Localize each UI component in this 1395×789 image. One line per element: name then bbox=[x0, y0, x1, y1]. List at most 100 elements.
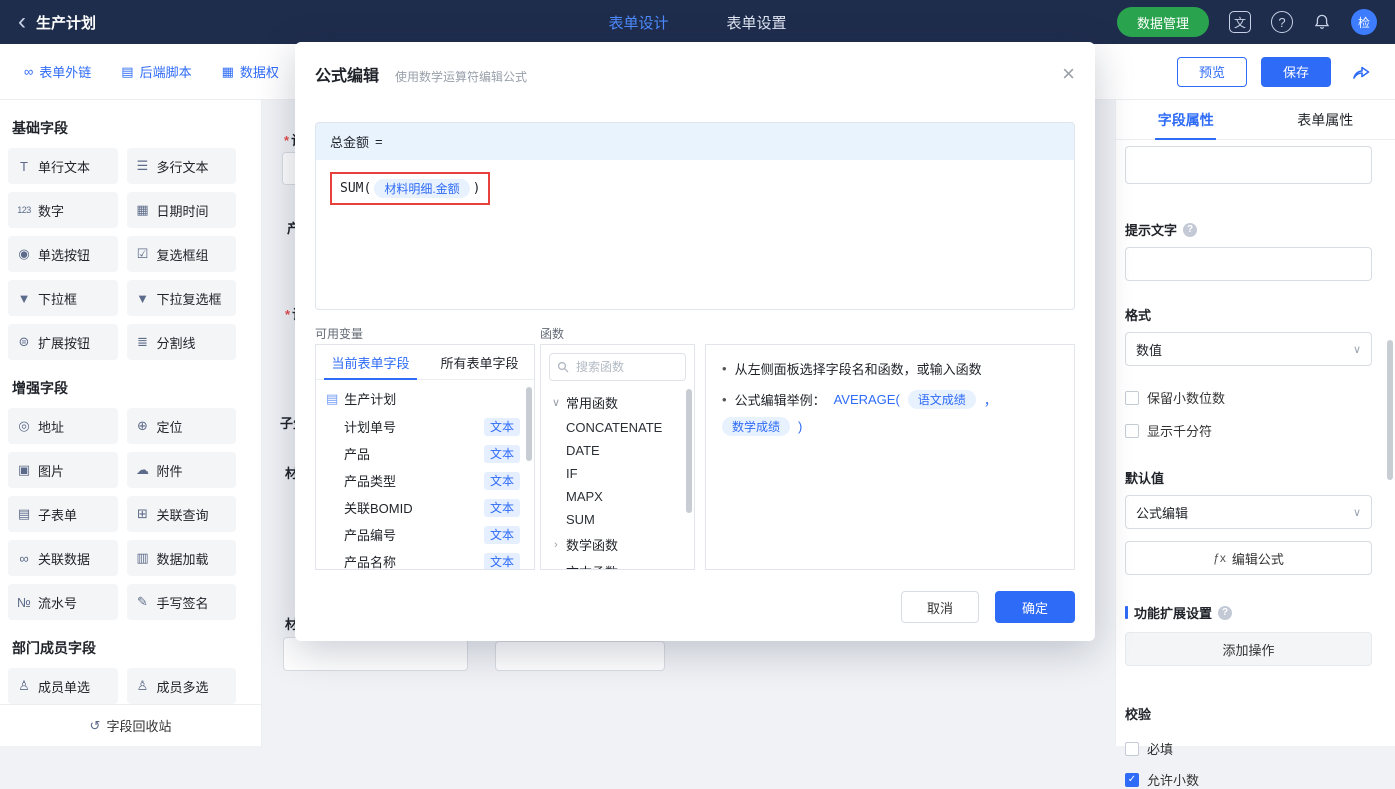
function-item[interactable]: CONCATENATE bbox=[541, 416, 694, 439]
format-select[interactable]: 数值 ∨ bbox=[1125, 332, 1372, 366]
var-field-row[interactable]: 产品文本 bbox=[316, 440, 534, 467]
top-navbar: ‹ 生产计划 表单设计 表单设置 数据管理 文 ? 检 bbox=[0, 0, 1395, 44]
field-button-relation-data[interactable]: ∞关联数据 bbox=[8, 540, 118, 576]
field-button-multi-text[interactable]: ☰多行文本 bbox=[127, 148, 237, 184]
function-item[interactable]: DATE bbox=[541, 439, 694, 462]
field-button-member-multi[interactable]: ♙成员多选 bbox=[127, 668, 237, 704]
question-icon[interactable]: ? bbox=[1183, 223, 1197, 237]
field-button-data-load[interactable]: ▥数据加载 bbox=[127, 540, 237, 576]
question-icon[interactable]: ? bbox=[1218, 606, 1232, 620]
field-recycle-bin[interactable]: ↺ 字段回收站 bbox=[0, 704, 261, 746]
tab-form-properties[interactable]: 表单属性 bbox=[1256, 100, 1395, 139]
canvas-input-box[interactable] bbox=[283, 637, 468, 671]
field-button-dropdown-checkbox[interactable]: ▼下拉复选框 bbox=[127, 280, 237, 316]
close-icon[interactable]: × bbox=[1062, 65, 1075, 83]
field-button-subform[interactable]: ▤子表单 bbox=[8, 496, 118, 532]
field-button-checkbox-group[interactable]: ☑复选框组 bbox=[127, 236, 237, 272]
example-close-paren: ) bbox=[798, 419, 802, 434]
checkbox-icon bbox=[1125, 424, 1139, 438]
var-field-row[interactable]: 产品名称文本 bbox=[316, 548, 534, 570]
cancel-button[interactable]: 取消 bbox=[901, 591, 979, 623]
field-chip[interactable]: 材料明细.金额 bbox=[374, 179, 469, 198]
search-functions-input[interactable] bbox=[549, 353, 686, 381]
image-icon: ▣ bbox=[16, 462, 32, 478]
field-button-extend[interactable]: ⊜扩展按钮 bbox=[8, 324, 118, 360]
share-icon[interactable] bbox=[1351, 63, 1371, 81]
tab-all-form-fields[interactable]: 所有表单字段 bbox=[425, 345, 534, 379]
type-tag: 文本 bbox=[484, 499, 520, 517]
field-button-address[interactable]: ◎地址 bbox=[8, 408, 118, 444]
canvas-input-box[interactable] bbox=[495, 641, 665, 671]
tab-form-design[interactable]: 表单设计 bbox=[608, 12, 668, 33]
help-icon[interactable]: ? bbox=[1271, 11, 1293, 33]
field-button-dropdown[interactable]: ▼下拉框 bbox=[8, 280, 118, 316]
preview-button[interactable]: 预览 bbox=[1177, 57, 1247, 87]
field-button-image[interactable]: ▣图片 bbox=[8, 452, 118, 488]
var-field-row[interactable]: 产品类型文本 bbox=[316, 467, 534, 494]
field-description-input[interactable] bbox=[1125, 146, 1372, 184]
panel-scrollbar[interactable] bbox=[1387, 340, 1393, 480]
annotation-highlight: SUM( 材料明细.金额 ) bbox=[330, 172, 490, 205]
var-field-row[interactable]: 计划单号文本 bbox=[316, 413, 534, 440]
field-name: 计划单号 bbox=[344, 417, 396, 436]
field-button-radio-group[interactable]: ◉单选按钮 bbox=[8, 236, 118, 272]
tab-current-form-fields[interactable]: 当前表单字段 bbox=[316, 345, 425, 379]
functions-scrollbar[interactable] bbox=[686, 389, 692, 513]
document-icon: ▤ bbox=[326, 391, 338, 407]
function-item[interactable]: MAPX bbox=[541, 485, 694, 508]
field-button-single-text[interactable]: T单行文本 bbox=[8, 148, 118, 184]
thousand-separator-checkbox[interactable]: 显示千分符 bbox=[1125, 421, 1372, 440]
required-checkbox[interactable]: 必填 bbox=[1125, 739, 1372, 758]
field-button-location[interactable]: ⊕定位 bbox=[127, 408, 237, 444]
field-button-member-single[interactable]: ♙成员单选 bbox=[8, 668, 118, 704]
function-group-text[interactable]: › 文本函数 bbox=[541, 558, 694, 570]
field-button-signature[interactable]: ✎手写签名 bbox=[127, 584, 237, 620]
avatar[interactable]: 检 bbox=[1351, 9, 1377, 35]
hint-text-input[interactable] bbox=[1125, 247, 1372, 281]
language-icon[interactable]: 文 bbox=[1229, 11, 1251, 33]
variables-tree-root[interactable]: ▤ 生产计划 bbox=[316, 380, 534, 413]
variables-scrollbar[interactable] bbox=[526, 387, 532, 461]
back-icon[interactable]: ‹ bbox=[18, 11, 26, 33]
page-title: 生产计划 bbox=[36, 12, 96, 33]
formula-input-area[interactable]: SUM( 材料明细.金额 ) bbox=[316, 160, 1074, 217]
var-field-row[interactable]: 产品编号文本 bbox=[316, 521, 534, 548]
var-field-row[interactable]: 关联BOMID文本 bbox=[316, 494, 534, 521]
functions-label: 函数 bbox=[540, 325, 564, 342]
default-value-select[interactable]: 公式编辑 ∨ bbox=[1125, 495, 1372, 529]
field-label: 成员单选 bbox=[38, 677, 90, 696]
save-button[interactable]: 保存 bbox=[1261, 57, 1331, 87]
field-button-divider[interactable]: ≣分割线 bbox=[127, 324, 237, 360]
available-variables-label: 可用变量 bbox=[315, 325, 363, 342]
field-label: 数字 bbox=[38, 201, 64, 220]
required-mark: * bbox=[285, 307, 290, 322]
formula-editor-box: 总金额 = SUM( 材料明细.金额 ) bbox=[315, 122, 1075, 310]
bell-icon[interactable] bbox=[1313, 13, 1331, 31]
script-icon: ▤ bbox=[121, 64, 133, 80]
edit-formula-button[interactable]: ƒx 编辑公式 bbox=[1125, 541, 1372, 575]
tab-field-properties[interactable]: 字段属性 bbox=[1116, 100, 1256, 139]
add-action-button[interactable]: 添加操作 bbox=[1125, 632, 1372, 666]
field-button-serial-number[interactable]: №流水号 bbox=[8, 584, 118, 620]
function-group-common[interactable]: ∨ 常用函数 bbox=[541, 389, 694, 416]
link-icon: ∞ bbox=[24, 64, 33, 79]
tab-form-settings[interactable]: 表单设置 bbox=[727, 12, 787, 33]
field-button-relation-query[interactable]: ⊞关联查询 bbox=[127, 496, 237, 532]
function-group-math[interactable]: › 数学函数 bbox=[541, 531, 694, 558]
toolbar-item-data-permission[interactable]: ▦ 数据权 bbox=[222, 62, 279, 81]
field-button-number[interactable]: 123数字 bbox=[8, 192, 118, 228]
field-button-attachment[interactable]: ☁附件 bbox=[127, 452, 237, 488]
label-text: 功能扩展设置 bbox=[1134, 603, 1212, 622]
field-button-datetime[interactable]: ▦日期时间 bbox=[127, 192, 237, 228]
toolbar-item-form-external-link[interactable]: ∞ 表单外链 bbox=[24, 62, 91, 81]
function-item[interactable]: IF bbox=[541, 462, 694, 485]
allow-decimal-checkbox[interactable]: 允许小数 bbox=[1125, 770, 1372, 789]
toolbar-item-backend-script[interactable]: ▤ 后端脚本 bbox=[121, 62, 191, 81]
data-manage-button[interactable]: 数据管理 bbox=[1117, 7, 1209, 37]
confirm-button[interactable]: 确定 bbox=[995, 591, 1075, 623]
section-title-basic-fields: 基础字段 bbox=[12, 118, 236, 138]
data-permission-icon: ▦ bbox=[222, 64, 234, 80]
function-item[interactable]: SUM bbox=[541, 508, 694, 531]
keep-decimal-checkbox[interactable]: 保留小数位数 bbox=[1125, 388, 1372, 407]
checkbox-icon bbox=[1125, 742, 1139, 756]
